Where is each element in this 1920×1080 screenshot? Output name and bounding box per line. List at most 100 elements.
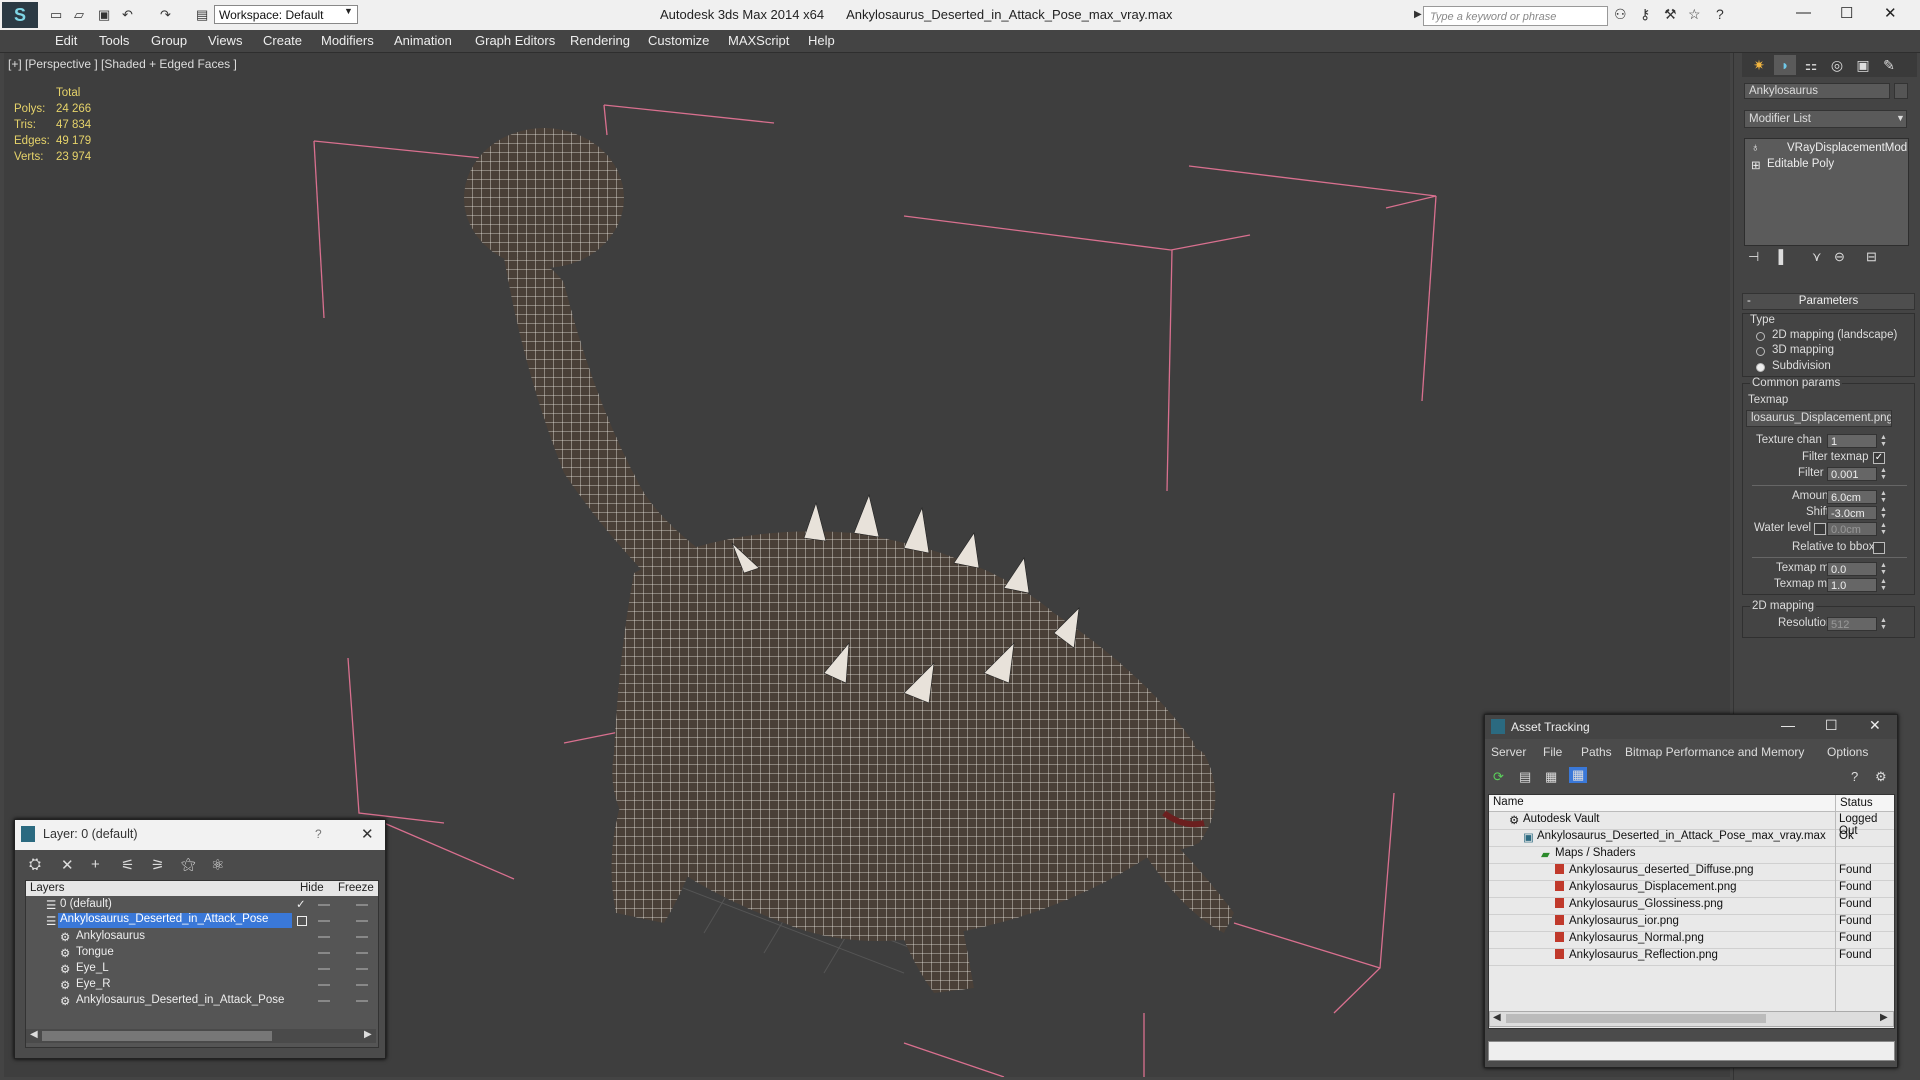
search-input[interactable]: Type a keyword or phrase <box>1423 6 1608 26</box>
workspace-dropdown[interactable]: Workspace: Default <box>214 5 358 24</box>
save-file-icon[interactable]: ▣ <box>98 7 110 23</box>
object-name[interactable]: Ankylosaurus <box>76 930 145 942</box>
asset-row[interactable]: Ankylosaurus_Normal.png Found <box>1489 931 1894 949</box>
expand-arrow-icon[interactable]: ▶ <box>1414 9 1422 20</box>
menu-graph-editors[interactable]: Graph Editors <box>475 33 555 48</box>
water-level-input[interactable]: 0.0cm <box>1827 522 1877 536</box>
object-row[interactable]: ⚙ Tongue <box>26 945 378 961</box>
asset-name[interactable]: Maps / Shaders <box>1555 847 1636 859</box>
spinner-arrows-icon[interactable]: ▲ ▼ <box>1880 490 1887 504</box>
scroll-right-icon[interactable]: ▶ <box>364 1029 372 1040</box>
minimize-icon[interactable]: — <box>1781 717 1795 733</box>
freeze-toggle[interactable] <box>356 920 368 922</box>
set-current-box[interactable] <box>297 916 307 926</box>
minimize-icon[interactable]: — <box>1796 4 1811 21</box>
horizontal-scrollbar[interactable]: ◀ ▶ <box>1489 1011 1894 1027</box>
freeze-toggle[interactable] <box>356 1000 368 1002</box>
menu-views[interactable]: Views <box>208 33 242 48</box>
object-name[interactable]: Eye_L <box>76 962 109 974</box>
maximize-icon[interactable]: ☐ <box>1825 717 1838 734</box>
spinner-arrows-icon[interactable]: ▲ ▼ <box>1880 617 1887 631</box>
column-layers[interactable]: Layers <box>30 882 65 894</box>
spinner-arrows-icon[interactable]: ▲ ▼ <box>1880 467 1887 481</box>
expand-plus-icon[interactable]: ⊞ <box>1751 158 1761 172</box>
modify-tab-icon[interactable]: ◗ <box>1774 55 1796 75</box>
asset-name[interactable]: Autodesk Vault <box>1523 813 1600 825</box>
relative-bbox-checkbox[interactable] <box>1873 542 1885 554</box>
menu-customize[interactable]: Customize <box>648 33 709 48</box>
object-row[interactable]: ⚙ Ankylosaurus_Deserted_in_Attack_Pose <box>26 993 378 1009</box>
current-layer-check-icon[interactable]: ✓ <box>296 897 306 911</box>
asset-row[interactable]: Ankylosaurus_Glossiness.png Found <box>1489 897 1894 915</box>
menu-tools[interactable]: Tools <box>99 33 129 48</box>
refresh-icon[interactable]: ⟳ <box>1493 769 1504 785</box>
texmap-button[interactable]: losaurus_Displacement.png) <box>1746 410 1892 427</box>
pin-stack-icon[interactable]: ⊣ <box>1748 249 1759 265</box>
filter-blur-input[interactable]: 0.001 <box>1827 467 1877 481</box>
table-view-icon[interactable]: ▦ <box>1569 767 1588 783</box>
chevron-down-icon[interactable]: ▼ <box>344 6 353 16</box>
list-view-icon[interactable]: ▤ <box>1519 769 1531 785</box>
asset-row[interactable]: ▰ Maps / Shaders <box>1489 846 1894 864</box>
star-icon[interactable]: ☆ <box>1688 6 1701 23</box>
menu-animation[interactable]: Animation <box>394 33 452 48</box>
display-tab-icon[interactable]: ▣ <box>1852 55 1874 75</box>
help-icon[interactable]: ? <box>1716 6 1724 22</box>
add-to-layer-icon[interactable]: + <box>91 856 100 873</box>
layer-row[interactable]: ☰ Ankylosaurus_Deserted_in_Attack_Pose <box>26 913 378 929</box>
radio-3d-mapping[interactable] <box>1756 347 1765 356</box>
key-icon[interactable]: ⚷ <box>1640 6 1650 23</box>
radio-subdivision[interactable] <box>1756 363 1765 372</box>
maximize-icon[interactable]: ☐ <box>1840 4 1853 22</box>
open-file-icon[interactable]: ▱ <box>74 7 84 23</box>
new-layer-icon[interactable]: ⛭ <box>29 856 41 873</box>
utilities-tab-icon[interactable]: ✎ <box>1878 55 1900 75</box>
object-name-field[interactable]: Ankylosaurus <box>1744 83 1890 99</box>
scroll-left-icon[interactable]: ◀ <box>1493 1012 1501 1023</box>
object-color-swatch[interactable] <box>1894 83 1908 99</box>
freeze-all-icon[interactable]: ⚛ <box>211 856 224 874</box>
hide-toggle[interactable] <box>318 936 330 938</box>
spinner-arrows-icon[interactable]: ▲ ▼ <box>1880 578 1887 592</box>
asset-name[interactable]: Ankylosaurus_Glossiness.png <box>1569 898 1723 910</box>
freeze-toggle[interactable] <box>356 952 368 954</box>
menu-file[interactable]: File <box>1543 745 1562 759</box>
object-row[interactable]: ⚙ Ankylosaurus <box>26 929 378 945</box>
spinner-arrows-icon[interactable]: ▲ ▼ <box>1880 506 1887 520</box>
type-option-3d[interactable]: 3D mapping <box>1772 344 1834 356</box>
asset-row[interactable]: ⚙ Autodesk Vault Logged Out <box>1489 812 1894 837</box>
freeze-toggle[interactable] <box>356 984 368 986</box>
delete-layer-icon[interactable]: ✕ <box>61 856 74 874</box>
hierarchy-tab-icon[interactable]: ⚏ <box>1800 55 1822 75</box>
select-objects-icon[interactable]: ⚟ <box>121 856 134 874</box>
horizontal-scrollbar[interactable]: ◀ ▶ <box>26 1029 376 1043</box>
object-name[interactable]: Eye_R <box>76 978 111 990</box>
freeze-toggle[interactable] <box>356 968 368 970</box>
chevron-down-icon[interactable]: ▼ <box>1896 113 1905 123</box>
exchange-icon[interactable]: ⚒ <box>1664 6 1677 23</box>
column-status[interactable]: Status <box>1835 795 1873 811</box>
layer-row[interactable]: ☰ 0 (default) ✓ <box>26 897 378 913</box>
settings-icon[interactable]: ⚙ <box>1875 769 1887 785</box>
menu-options[interactable]: Options <box>1827 745 1868 759</box>
texmap-max-input[interactable]: 1.0 <box>1827 578 1877 592</box>
modifier-stack[interactable]: ♁ VRayDisplacementMod ⊞ Editable Poly <box>1744 138 1909 246</box>
menu-help[interactable]: Help <box>808 33 835 48</box>
type-option-subdivision[interactable]: Subdivision <box>1772 360 1831 372</box>
asset-name[interactable]: Ankylosaurus_ior.png <box>1569 915 1679 927</box>
make-unique-icon[interactable]: ⋎ <box>1812 249 1822 265</box>
hide-toggle[interactable] <box>318 904 330 906</box>
stack-item-editable-poly[interactable]: Editable Poly <box>1767 158 1834 170</box>
motion-tab-icon[interactable]: ◎ <box>1826 55 1848 75</box>
column-freeze[interactable]: Freeze <box>338 882 374 894</box>
stack-item-vray-displacement[interactable]: VRayDisplacementMod <box>1787 142 1907 154</box>
spinner-arrows-icon[interactable]: ▲ ▼ <box>1880 434 1887 448</box>
parameters-rollout-header[interactable]: - Parameters <box>1742 293 1915 310</box>
object-name[interactable]: Tongue <box>76 946 114 958</box>
asset-row[interactable]: Ankylosaurus_Reflection.png Found <box>1489 948 1894 966</box>
radio-2d-mapping[interactable] <box>1756 332 1765 341</box>
asset-row[interactable]: Ankylosaurus_deserted_Diffuse.png Found <box>1489 863 1894 881</box>
object-row[interactable]: ⚙ Eye_R <box>26 977 378 993</box>
asset-row[interactable]: ▣ Ankylosaurus_Deserted_in_Attack_Pose_m… <box>1489 829 1894 847</box>
asset-path-field[interactable] <box>1488 1041 1895 1061</box>
